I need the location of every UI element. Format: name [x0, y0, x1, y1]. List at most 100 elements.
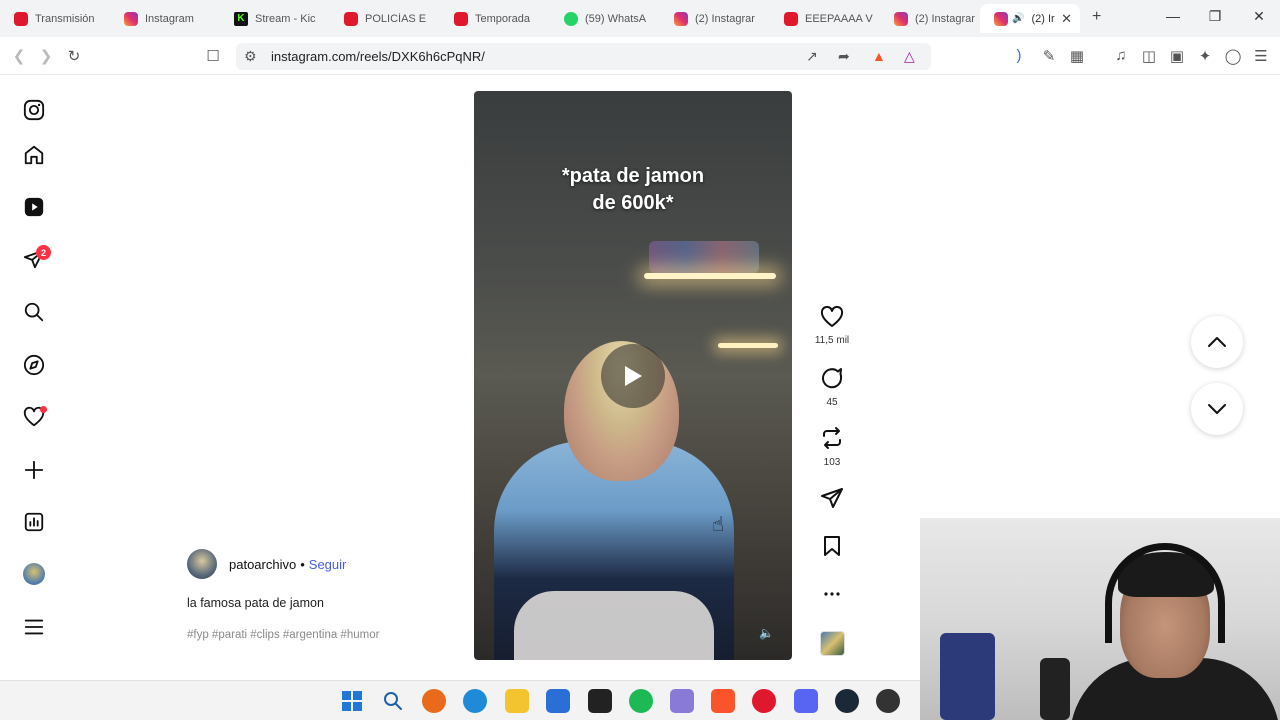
steam-icon[interactable] — [835, 689, 859, 713]
like-button[interactable]: 11,5 mil — [812, 305, 852, 346]
audio-playing-icon[interactable]: ) — [1010, 47, 1028, 64]
reel-author: patoarchivo • Seguir — [187, 549, 346, 579]
author-avatar[interactable] — [187, 549, 217, 579]
file-explorer-icon[interactable] — [505, 689, 529, 713]
tab[interactable]: EEEPAAAA V — [770, 4, 880, 33]
speaker-icon[interactable]: 🔊 — [1012, 13, 1024, 24]
reader-icon[interactable]: ▦ — [1068, 47, 1086, 65]
audio-thumbnail[interactable] — [820, 631, 845, 656]
edge-icon[interactable] — [463, 689, 487, 713]
taskbar-search-icon[interactable] — [381, 689, 405, 713]
previous-reel-button[interactable] — [1191, 316, 1243, 368]
brave-rewards-icon[interactable]: △ — [904, 48, 915, 65]
chevron-up-icon — [1208, 337, 1226, 347]
tab[interactable]: K Stream - Kic — [220, 4, 330, 33]
like-count: 11,5 mil — [814, 335, 850, 346]
dashboard-icon[interactable] — [21, 509, 47, 535]
instagram-icon — [994, 11, 1008, 26]
tab-label: Temporada — [475, 12, 531, 25]
bookmark-icon — [824, 536, 840, 556]
volume-icon[interactable]: 🔈 — [759, 626, 774, 640]
profile-avatar[interactable] — [21, 561, 47, 587]
fl-studio-icon[interactable] — [422, 689, 446, 713]
store-icon[interactable] — [546, 689, 570, 713]
spotify-icon[interactable] — [629, 689, 653, 713]
site-settings-icon[interactable]: ⚙ — [244, 48, 257, 65]
tab-label: (2) Instagrar — [695, 12, 755, 25]
repost-button[interactable]: 103 — [812, 426, 852, 468]
reel-hashtags[interactable]: #fyp #parati #clips #argentina #humor — [187, 629, 379, 641]
tab[interactable]: POLICÍAS E — [330, 4, 440, 33]
windows-start-icon[interactable] — [340, 689, 364, 713]
menu-icon[interactable]: ☰ — [1252, 47, 1270, 65]
repost-count: 103 — [823, 457, 841, 468]
discord-icon[interactable] — [794, 689, 818, 713]
youtube-icon — [14, 11, 28, 26]
youtube-icon — [344, 11, 358, 26]
save-button[interactable] — [812, 535, 852, 562]
search-icon[interactable] — [21, 299, 47, 325]
wallet-icon[interactable]: ▣ — [1168, 47, 1186, 65]
media-player-icon[interactable] — [752, 689, 776, 713]
url-text[interactable]: instagram.com/reels/DXK6h6cPqNR/ — [271, 49, 485, 64]
tab-label: EEEPAAAA V — [805, 12, 873, 25]
open-external-icon[interactable]: ↗ — [806, 48, 818, 65]
comment-button[interactable]: 45 — [812, 366, 852, 408]
share-icon[interactable]: ➦ — [838, 48, 850, 65]
reel-caption: la famosa pata de jamon — [187, 596, 324, 610]
instagram-icon — [674, 11, 688, 26]
leo-ai-icon[interactable]: ✦ — [1196, 47, 1214, 65]
author-username[interactable]: patoarchivo — [229, 557, 296, 572]
reels-icon[interactable] — [21, 194, 47, 220]
tab-strip: Transmisión Instagram K Stream - Kic POLICÍA… — [0, 0, 1280, 37]
back-icon[interactable]: ❮ — [10, 47, 28, 65]
tab[interactable]: Transmisión — [0, 4, 110, 33]
explore-icon[interactable] — [21, 352, 47, 378]
tab[interactable]: Instagram — [110, 4, 220, 33]
new-tab-button[interactable]: + — [1092, 8, 1101, 26]
forward-icon[interactable]: ❯ — [37, 47, 55, 65]
more-options-button[interactable] — [812, 584, 852, 609]
reload-icon[interactable]: ↻ — [65, 47, 83, 65]
reel-video[interactable]: *pata de jamon de 600k* 🔈 — [474, 91, 792, 660]
home-icon[interactable] — [21, 142, 47, 168]
ellipsis-icon — [824, 592, 840, 596]
close-tab-icon[interactable]: ✕ — [1061, 11, 1072, 27]
send-icon — [821, 488, 843, 508]
comment-count: 45 — [826, 397, 838, 408]
app-icon[interactable] — [670, 689, 694, 713]
tab[interactable]: (59) WhatsA — [550, 4, 660, 33]
follow-button[interactable]: Seguir — [309, 557, 347, 572]
tab-label: (59) WhatsA — [585, 12, 647, 25]
capcut-icon[interactable] — [588, 689, 612, 713]
play-icon[interactable] — [601, 344, 665, 408]
youtube-icon — [784, 11, 798, 26]
instagram-icon — [124, 11, 138, 26]
tab[interactable]: (2) Instagrar — [660, 4, 770, 33]
restore-button[interactable]: ❐ — [1205, 8, 1225, 25]
minimize-button[interactable]: — — [1163, 8, 1183, 24]
more-menu-icon[interactable] — [21, 614, 47, 640]
brave-shields-icon[interactable]: ▲ — [872, 48, 886, 64]
obs-icon[interactable] — [876, 689, 900, 713]
brave-icon[interactable] — [711, 689, 735, 713]
address-bar[interactable]: ⚙ instagram.com/reels/DXK6h6cPqNR/ ↗ ➦ ▲… — [236, 43, 931, 70]
tab[interactable]: 🔊 (2) Ir ✕ — [980, 4, 1080, 33]
close-window-button[interactable]: ✕ — [1249, 8, 1269, 25]
kick-icon: K — [234, 11, 248, 26]
whatsapp-icon — [564, 11, 578, 26]
music-icon[interactable]: ♫ — [1112, 47, 1130, 64]
next-reel-button[interactable] — [1191, 383, 1243, 435]
tab-label: (2) Ir — [1031, 12, 1055, 25]
create-icon[interactable] — [21, 457, 47, 483]
comment-icon — [822, 368, 843, 389]
instagram-logo-icon[interactable] — [21, 97, 47, 123]
bookmark-icon[interactable]: ☐ — [204, 47, 222, 65]
tab[interactable]: (2) Instagrar — [880, 4, 990, 33]
tab[interactable]: Temporada — [440, 4, 550, 33]
share-button[interactable] — [812, 487, 852, 514]
vpn-icon[interactable]: ◯ — [1224, 47, 1242, 65]
sidebar-toggle-icon[interactable]: ◫ — [1140, 47, 1158, 65]
chevron-down-icon — [1208, 404, 1226, 414]
extensions-icon[interactable]: ✎ — [1040, 47, 1058, 65]
